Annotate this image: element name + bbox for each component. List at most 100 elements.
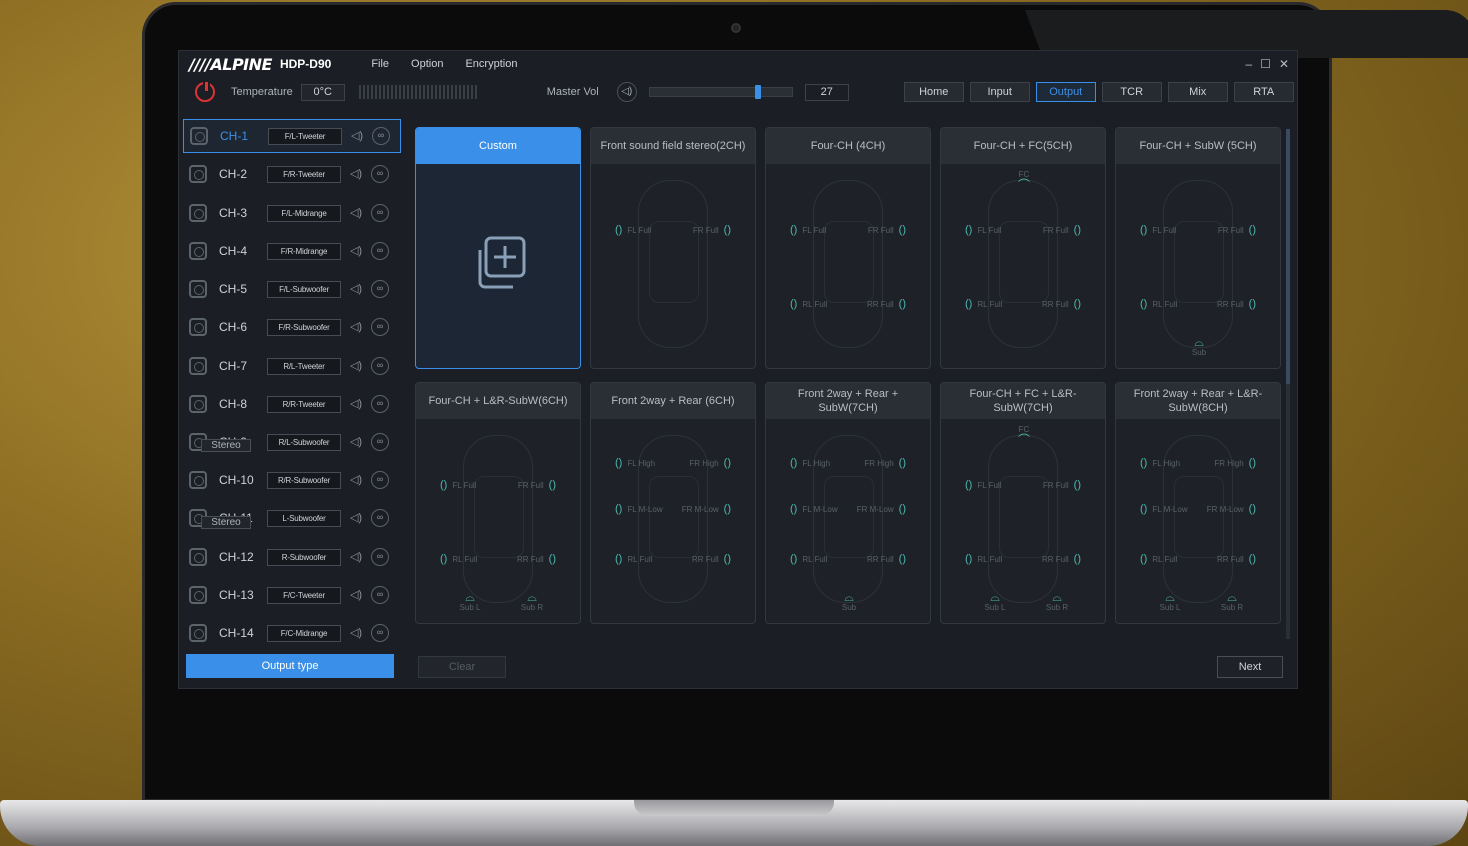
power-icon[interactable] xyxy=(195,80,215,102)
channel-settings-icon[interactable] xyxy=(189,165,207,183)
channel-settings-icon[interactable] xyxy=(189,548,207,566)
link-icon[interactable]: ∞ xyxy=(371,242,389,260)
next-button[interactable]: Next xyxy=(1217,656,1283,678)
preset-card[interactable]: Front 2way + Rear (6CH) () FL High FR High (… xyxy=(590,382,756,624)
preset-card[interactable]: Front sound field stereo(2CH) () FL Full FR… xyxy=(590,127,756,369)
channel-type-select[interactable]: F/L-Midrange xyxy=(267,204,341,222)
channel-row[interactable]: CH-5 F/L-Subwoofer ◁) ∞ xyxy=(183,272,401,306)
menu-encryption[interactable]: Encryption xyxy=(465,58,517,70)
link-icon[interactable]: ∞ xyxy=(371,548,389,566)
preset-card[interactable]: Front 2way + Rear + SubW(7CH) () FL High FR… xyxy=(765,382,931,624)
speaker-mute-icon[interactable]: ◁) xyxy=(347,471,365,489)
clear-button[interactable]: Clear xyxy=(418,656,506,678)
mute-speaker-icon[interactable]: ◁) xyxy=(616,82,637,102)
channel-row[interactable]: CH-4 F/R-Midrange ◁) ∞ xyxy=(183,234,401,268)
channel-type-select[interactable]: R-Subwoofer xyxy=(267,548,341,566)
grid-scrollbar-thumb[interactable] xyxy=(1286,129,1290,384)
link-icon[interactable]: ∞ xyxy=(371,318,389,336)
channel-row[interactable]: CH-6 F/R-Subwoofer ◁) ∞ xyxy=(183,310,401,344)
preset-card[interactable]: Four-CH + L&R-SubW(6CH) () FL Full FR Full (… xyxy=(415,382,581,624)
tab-mix[interactable]: Mix xyxy=(1167,82,1228,102)
channel-type-select[interactable]: R/R-Subwoofer xyxy=(267,471,341,489)
channel-row[interactable]: CH-12 R-Subwoofer ◁) ∞ xyxy=(183,540,401,574)
master-vol-slider-thumb[interactable] xyxy=(754,85,761,99)
channel-row[interactable]: CH-3 F/L-Midrange ◁) ∞ xyxy=(183,196,401,230)
stereo-badge[interactable]: Stereo xyxy=(201,516,251,529)
channel-type-select[interactable]: F/R-Subwoofer xyxy=(267,318,341,336)
channel-settings-icon[interactable] xyxy=(189,318,207,336)
channel-settings-icon[interactable] xyxy=(190,127,208,145)
menu-file[interactable]: File xyxy=(371,58,389,70)
preset-card[interactable]: Front 2way + Rear + L&R-SubW(8CH) () FL Hi… xyxy=(1115,382,1281,624)
master-vol-value[interactable]: 27 xyxy=(804,83,849,101)
tab-home[interactable]: Home xyxy=(903,82,964,102)
channel-settings-icon[interactable] xyxy=(189,357,207,375)
channel-settings-icon[interactable] xyxy=(189,624,207,642)
maximize-icon[interactable]: ☐ xyxy=(1260,57,1271,71)
speaker-mute-icon[interactable]: ◁) xyxy=(347,395,365,413)
channel-type-select[interactable]: F/R-Tweeter xyxy=(267,165,341,183)
link-icon[interactable]: ∞ xyxy=(371,471,389,489)
close-icon[interactable]: ✕ xyxy=(1279,57,1289,71)
channel-row[interactable]: CH-7 R/L-Tweeter ◁) ∞ xyxy=(183,349,401,383)
channel-type-select[interactable]: R/L-Subwoofer xyxy=(267,433,341,451)
channel-type-select[interactable]: F/L-Subwoofer xyxy=(267,280,341,298)
speaker-mute-icon[interactable]: ◁) xyxy=(347,280,365,298)
channel-row[interactable]: CH-10 R/R-Subwoofer ◁) ∞ xyxy=(183,463,401,497)
tab-input[interactable]: Input xyxy=(969,82,1030,102)
link-icon[interactable]: ∞ xyxy=(371,357,389,375)
speaker-mute-icon[interactable]: ◁) xyxy=(347,165,365,183)
speaker-mute-icon[interactable]: ◁) xyxy=(347,318,365,336)
channel-type-select[interactable]: F/C-Tweeter xyxy=(267,586,341,604)
preset-card[interactable]: Four-CH (4CH) () FL Full FR Full () () RL Full… xyxy=(765,127,931,369)
channel-row[interactable]: CH-14 F/C-Midrange ◁) ∞ xyxy=(183,616,401,650)
output-type-button[interactable]: Output type xyxy=(186,654,394,678)
channel-row[interactable]: CH-13 F/C-Tweeter ◁) ∞ xyxy=(183,578,401,612)
channel-type-select[interactable]: R/L-Tweeter xyxy=(267,357,341,375)
speaker-mute-icon[interactable]: ◁) xyxy=(347,509,365,527)
stereo-badge[interactable]: Stereo xyxy=(201,439,251,452)
channel-row[interactable]: CH-2 F/R-Tweeter ◁) ∞ xyxy=(183,157,401,191)
tab-rta[interactable]: RTA xyxy=(1233,82,1294,102)
link-icon[interactable]: ∞ xyxy=(371,395,389,413)
tab-output[interactable]: Output xyxy=(1035,82,1096,102)
link-icon[interactable]: ∞ xyxy=(371,586,389,604)
channel-row[interactable]: CH-8 R/R-Tweeter ◁) ∞ xyxy=(183,387,401,421)
master-vol-slider[interactable] xyxy=(648,85,793,99)
channel-settings-icon[interactable] xyxy=(189,242,207,260)
speaker-mute-icon[interactable]: ◁) xyxy=(347,548,365,566)
speaker-mute-icon[interactable]: ◁) xyxy=(347,204,365,222)
speaker-mute-icon[interactable]: ◁) xyxy=(348,127,366,145)
channel-type-select[interactable]: L-Subwoofer xyxy=(267,509,341,527)
channel-type-select[interactable]: F/R-Midrange xyxy=(267,242,341,260)
speaker-mute-icon[interactable]: ◁) xyxy=(347,242,365,260)
menu-option[interactable]: Option xyxy=(411,58,443,70)
preset-card[interactable]: Custom xyxy=(415,127,581,369)
channel-type-select[interactable]: F/C-Midrange xyxy=(267,624,341,642)
link-icon[interactable]: ∞ xyxy=(371,204,389,222)
preset-card[interactable]: Four-CH + SubW (5CH)() FL Full FR Full()()… xyxy=(1115,127,1281,369)
channel-type-select[interactable]: F/L-Tweeter xyxy=(268,127,342,145)
link-icon[interactable]: ∞ xyxy=(372,127,390,145)
grid-scrollbar[interactable] xyxy=(1286,129,1290,639)
preset-card[interactable]: Four-CH + FC + L&R-SubW(7CH) FC ⌒ () FL Full… xyxy=(940,382,1106,624)
tab-tcr[interactable]: TCR xyxy=(1101,82,1162,102)
link-icon[interactable]: ∞ xyxy=(371,165,389,183)
link-icon[interactable]: ∞ xyxy=(371,433,389,451)
channel-settings-icon[interactable] xyxy=(189,280,207,298)
speaker-mute-icon[interactable]: ◁) xyxy=(347,624,365,642)
speaker-mute-icon[interactable]: ◁) xyxy=(347,586,365,604)
link-icon[interactable]: ∞ xyxy=(371,624,389,642)
preset-card[interactable]: Four-CH + FC(5CH) FC ⌒() FL Full FR Full()()… xyxy=(940,127,1106,369)
channel-settings-icon[interactable] xyxy=(189,204,207,222)
channel-row[interactable]: CH-1 F/L-Tweeter ◁) ∞ xyxy=(183,119,401,153)
channel-settings-icon[interactable] xyxy=(189,395,207,413)
minimize-icon[interactable]: – xyxy=(1245,57,1252,71)
channel-settings-icon[interactable] xyxy=(189,471,207,489)
link-icon[interactable]: ∞ xyxy=(371,280,389,298)
speaker-mute-icon[interactable]: ◁) xyxy=(347,433,365,451)
speaker-mute-icon[interactable]: ◁) xyxy=(347,357,365,375)
channel-settings-icon[interactable] xyxy=(189,586,207,604)
channel-type-select[interactable]: R/R-Tweeter xyxy=(267,395,341,413)
link-icon[interactable]: ∞ xyxy=(371,509,389,527)
